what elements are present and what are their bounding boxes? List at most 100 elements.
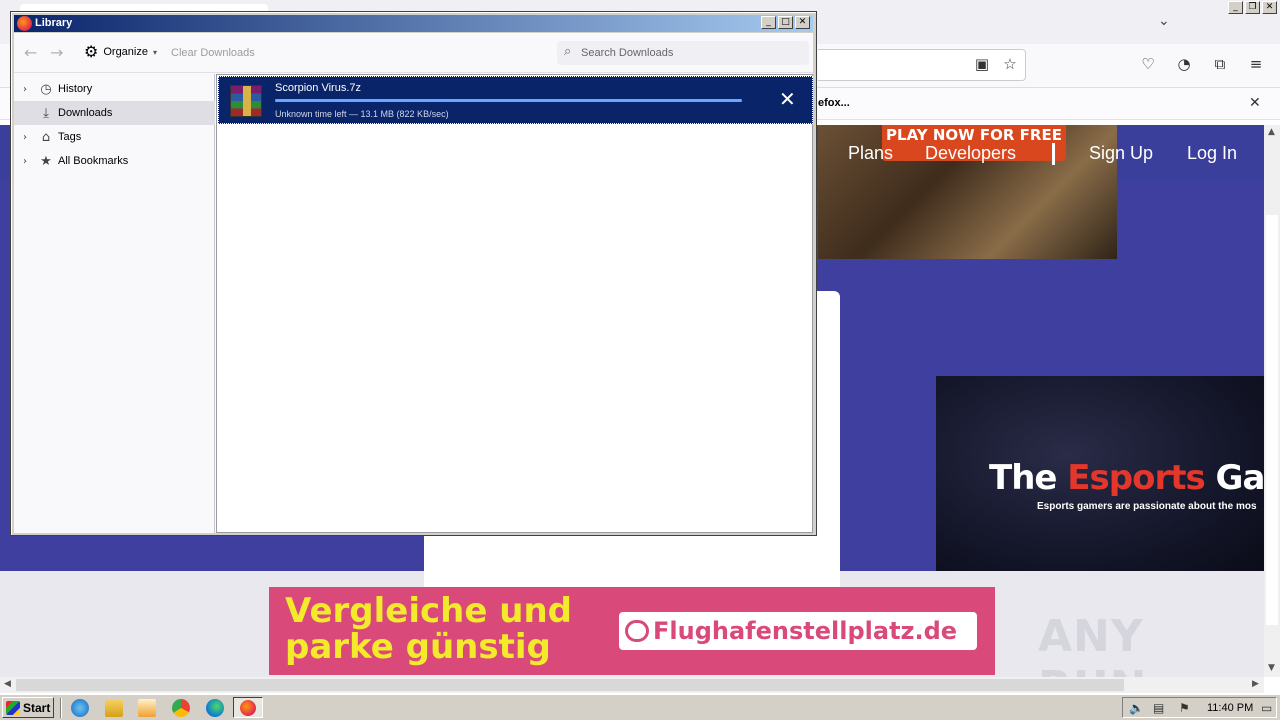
library-close-button[interactable]: ✕ (795, 16, 810, 29)
scroll-left-arrow-icon[interactable]: ◀ (4, 679, 11, 689)
sidebar-item-downloads[interactable]: ⤓ Downloads (14, 101, 215, 125)
download-progress-fill (275, 99, 742, 102)
ad-headline-line2: parke günstig (285, 627, 551, 667)
ad-brand-text: Flughafenstellplatz.de (653, 617, 958, 645)
ad-headline-line1: Vergleiche und (285, 591, 572, 631)
chrome-icon[interactable] (172, 699, 190, 717)
sidebar-item-tags[interactable]: › ⌂ Tags (14, 125, 215, 149)
search-box[interactable]: ⌕ (557, 41, 809, 65)
horizontal-scrollbar[interactable]: ◀ ▶ (0, 677, 1264, 693)
back-arrow-icon[interactable]: ← (24, 43, 37, 62)
library-window: Library _ □ ✕ ← → ⚙ Organize ▾ Clear Dow… (10, 11, 817, 536)
nav-signup-link[interactable]: Sign Up (1089, 143, 1153, 164)
nav-login-link[interactable]: Log In (1187, 143, 1237, 164)
expand-arrow-icon[interactable]: › (23, 84, 35, 95)
esports-title-part2: Gam (1215, 458, 1264, 498)
edge-icon[interactable] (206, 699, 224, 717)
volume-icon[interactable]: 🔈 (1129, 701, 1144, 715)
nav-developers-link[interactable]: Developers (925, 143, 1016, 164)
taskbar: Start 🔈 ▤ ⚑ 11:40 PM ▭ (0, 694, 1280, 720)
firefox-icon (240, 700, 256, 716)
esports-title: The Esports Gam (989, 458, 1264, 498)
show-desktop-icon[interactable]: ▭ (1261, 701, 1272, 715)
library-title: Library (35, 17, 73, 29)
esports-title-part1: The (989, 458, 1068, 498)
reader-view-icon[interactable]: ▣ (972, 54, 992, 74)
esports-subtitle: Esports gamers are passionate about the … (1037, 501, 1257, 512)
sidebar-item-history[interactable]: › ◷ History (14, 77, 215, 101)
scroll-down-arrow-icon[interactable]: ▼ (1268, 663, 1275, 673)
tab-list-chevron-icon[interactable]: ⌄ (1158, 12, 1170, 29)
firefox-icon (17, 16, 32, 31)
cancel-download-close-icon[interactable]: ✕ (779, 88, 796, 110)
download-progress-bar (275, 99, 742, 102)
bookmark-star-icon[interactable]: ☆ (1000, 54, 1020, 74)
library-toolbar: ← → ⚙ Organize ▾ Clear Downloads ⌕ (14, 33, 813, 73)
start-label: Start (23, 700, 51, 715)
scroll-right-arrow-icon[interactable]: ▶ (1252, 679, 1259, 689)
ad-brand-box: Flughafenstellplatz.de (619, 612, 977, 650)
sidebar-item-label: All Bookmarks (58, 155, 129, 167)
library-maximize-button[interactable]: □ (778, 16, 793, 29)
taskbar-separator (60, 698, 62, 718)
search-icon: ⌕ (564, 44, 572, 59)
download-status: Unknown time left — 13.1 MB (822 KB/sec) (275, 109, 449, 119)
clock[interactable]: 11:40 PM (1207, 702, 1253, 714)
library-sidebar: › ◷ History ⤓ Downloads › ⌂ Tags › ★ All… (14, 74, 215, 533)
notification-close-icon[interactable]: ✕ (1249, 95, 1261, 111)
gear-icon: ⚙ (84, 42, 99, 61)
library-window-controls: _ □ ✕ (761, 16, 810, 29)
extensions-icon[interactable]: ⧉ (1210, 54, 1230, 74)
restore-button[interactable]: ❐ (1245, 1, 1260, 14)
network-icon[interactable]: ▤ (1153, 701, 1164, 715)
nav-divider (1052, 143, 1055, 165)
scroll-up-arrow-icon[interactable]: ▲ (1268, 127, 1275, 137)
clock-icon: ◷ (40, 81, 52, 97)
menu-hamburger-icon[interactable]: ≡ (1246, 54, 1266, 74)
minimize-button[interactable]: _ (1228, 1, 1243, 14)
organize-menu-button[interactable]: ⚙ Organize ▾ (84, 42, 157, 61)
notification-text: efox... (818, 97, 850, 109)
download-filename: Scorpion Virus.7z (275, 82, 362, 94)
ad-headline: Vergleiche und parke günstig (285, 593, 572, 665)
media-player-icon[interactable] (138, 699, 156, 717)
forward-arrow-icon[interactable]: → (50, 43, 63, 62)
search-downloads-input[interactable] (581, 45, 801, 61)
esports-title-highlight: Esports (1067, 458, 1205, 498)
action-center-flag-icon[interactable]: ⚑ (1179, 701, 1190, 715)
ad-brand-logo-icon (625, 620, 649, 642)
vertical-scrollbar[interactable]: ▲ ▼ (1264, 125, 1280, 677)
expand-arrow-icon[interactable]: › (23, 132, 35, 143)
winrar-archive-icon (230, 85, 262, 117)
library-titlebar[interactable]: Library _ □ ✕ (14, 15, 813, 32)
organize-label: Organize (103, 46, 148, 58)
horizontal-scroll-thumb[interactable] (16, 679, 1124, 691)
nav-plans-link[interactable]: Plans (848, 143, 893, 164)
start-button[interactable]: Start (2, 697, 54, 718)
download-item[interactable]: Scorpion Virus.7z Unknown time left — 13… (218, 76, 813, 124)
downloads-list: Scorpion Virus.7z Unknown time left — 13… (216, 74, 813, 533)
system-tray: 🔈 ▤ ⚑ 11:40 PM ▭ (1122, 697, 1277, 718)
clear-downloads-button[interactable]: Clear Downloads (171, 47, 255, 59)
internet-explorer-icon[interactable] (71, 699, 89, 717)
vertical-scroll-thumb[interactable] (1266, 215, 1278, 625)
chevron-down-icon: ▾ (152, 47, 157, 57)
expand-arrow-icon[interactable]: › (23, 156, 35, 167)
browser-window-controls: _ ❐ ✕ (1228, 1, 1277, 14)
library-body: ← → ⚙ Organize ▾ Clear Downloads ⌕ › ◷ H… (14, 33, 813, 533)
sidebar-item-label: Downloads (58, 107, 113, 119)
library-minimize-button[interactable]: _ (761, 16, 776, 29)
ad-banner[interactable]: Vergleiche und parke günstig Flughafenst… (269, 587, 995, 675)
sidebar-item-label: History (58, 83, 93, 95)
close-button[interactable]: ✕ (1262, 1, 1277, 14)
url-bar[interactable] (818, 49, 1026, 81)
tag-icon: ⌂ (41, 129, 51, 145)
taskbar-firefox-button[interactable] (233, 697, 263, 718)
file-explorer-icon[interactable] (105, 699, 123, 717)
esports-promo-image[interactable]: The Esports Gam Esports gamers are passi… (936, 376, 1264, 571)
star-icon: ★ (40, 153, 52, 169)
pocket-icon[interactable]: ♡ (1138, 54, 1158, 74)
anyrun-watermark: ANY RUN (1038, 611, 1146, 677)
account-icon[interactable]: ◔ (1174, 54, 1194, 74)
sidebar-item-all-bookmarks[interactable]: › ★ All Bookmarks (14, 149, 215, 173)
